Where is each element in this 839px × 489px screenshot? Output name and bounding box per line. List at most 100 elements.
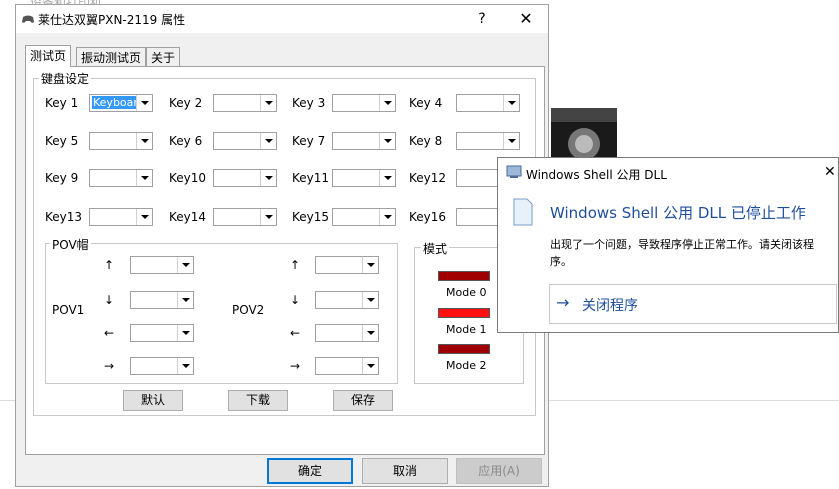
key-label: Key 3	[292, 96, 326, 110]
key-label: Key16	[409, 210, 447, 224]
pov-hat-label: POV帽	[50, 236, 91, 253]
document-icon	[513, 198, 533, 226]
mode-indicator	[438, 271, 490, 281]
key-label: Key 5	[45, 134, 79, 148]
error-heading: Windows Shell 公用 DLL 已停止工作	[550, 204, 806, 222]
key-combo[interactable]	[332, 208, 396, 226]
key-combo[interactable]	[213, 208, 277, 226]
pov2-combo[interactable]	[315, 357, 379, 375]
chevron-down-icon[interactable]	[136, 170, 152, 186]
chevron-down-icon[interactable]	[177, 257, 193, 273]
pov2-combo[interactable]	[315, 324, 379, 342]
mode-text: Mode 1	[446, 323, 487, 336]
chevron-down-icon[interactable]	[260, 133, 276, 149]
key-label: Key 2	[169, 96, 203, 110]
chevron-down-icon[interactable]	[379, 95, 395, 111]
pov-direction-icon: ↑	[104, 258, 115, 272]
chevron-down-icon[interactable]	[136, 95, 152, 111]
mode-label: 模式	[421, 240, 450, 257]
save-button[interactable]: 保存	[333, 390, 393, 411]
pov-direction-icon: ←	[290, 326, 301, 340]
pov-direction-icon: →	[104, 359, 115, 373]
key-label: Key15	[292, 210, 330, 224]
key-label: Key12	[409, 171, 447, 185]
ok-button[interactable]: 确定	[267, 458, 353, 484]
chevron-down-icon[interactable]	[379, 209, 395, 225]
key-combo[interactable]	[89, 208, 153, 226]
key-label: Key13	[45, 210, 83, 224]
tab-vibration-test[interactable]: 振动测试页	[76, 47, 147, 67]
key-combo[interactable]	[89, 132, 153, 150]
keyboard-settings-label: 键盘设定	[39, 70, 92, 87]
pov-direction-icon: ↓	[104, 293, 115, 307]
key-combo[interactable]	[332, 169, 396, 187]
key-combo[interactable]	[213, 94, 277, 112]
mode-indicator	[438, 308, 490, 318]
chevron-down-icon[interactable]	[362, 325, 378, 341]
pov-direction-icon: ↓	[290, 293, 301, 307]
key-label: Key 8	[409, 134, 443, 148]
mode-indicator	[438, 344, 490, 354]
chevron-down-icon[interactable]	[379, 133, 395, 149]
pov1-label: POV1	[52, 303, 85, 317]
chevron-down-icon[interactable]	[260, 170, 276, 186]
window-title: 莱仕达双翼PXN-2119 属性	[38, 13, 186, 27]
error-dialog: Windows Shell 公用 DLL ✕ Windows Shell 公用 …	[497, 157, 839, 333]
chevron-down-icon[interactable]	[260, 95, 276, 111]
default-button[interactable]: 默认	[123, 390, 183, 411]
pov2-combo[interactable]	[315, 291, 379, 309]
pov1-combo[interactable]	[130, 324, 194, 342]
close-button[interactable]: ✕	[514, 8, 538, 30]
pov2-label: POV2	[232, 303, 265, 317]
chevron-down-icon[interactable]	[362, 358, 378, 374]
pov-direction-icon: ↑	[290, 258, 301, 272]
chevron-down-icon[interactable]	[503, 95, 519, 111]
help-button[interactable]: ?	[470, 8, 494, 30]
key-combo[interactable]	[213, 169, 277, 187]
error-dialog-title: Windows Shell 公用 DLL	[526, 168, 667, 182]
key-combo[interactable]: Keyboard	[89, 94, 153, 112]
key-combo[interactable]	[89, 169, 153, 187]
key-label: Key 7	[292, 134, 326, 148]
key-label: Key 6	[169, 134, 203, 148]
mode-text: Mode 2	[446, 359, 487, 372]
key-combo[interactable]	[332, 132, 396, 150]
download-button[interactable]: 下载	[228, 390, 288, 411]
key-combo[interactable]	[213, 132, 277, 150]
cancel-button[interactable]: 取消	[362, 458, 448, 484]
title-bar[interactable]: 莱仕达双翼PXN-2119 属性 ? ✕	[16, 5, 548, 33]
properties-dialog: 莱仕达双翼PXN-2119 属性 ? ✕ 测试页 振动测试页 关于 键盘设定 K…	[15, 4, 549, 487]
chevron-down-icon[interactable]	[136, 209, 152, 225]
chevron-down-icon[interactable]	[362, 257, 378, 273]
key-label: Key 9	[45, 171, 79, 185]
chevron-down-icon[interactable]	[503, 133, 519, 149]
close-program-button[interactable]: → 关闭程序	[549, 284, 837, 324]
chevron-down-icon[interactable]	[177, 358, 193, 374]
chevron-down-icon[interactable]	[177, 292, 193, 308]
key-label: Key 4	[409, 96, 443, 110]
chevron-down-icon[interactable]	[260, 209, 276, 225]
key-label: Key10	[169, 171, 207, 185]
tab-about[interactable]: 关于	[146, 47, 181, 67]
pov1-combo[interactable]	[130, 291, 194, 309]
key-combo[interactable]	[456, 132, 520, 150]
key-combo[interactable]	[332, 94, 396, 112]
pov-direction-icon: ←	[104, 326, 115, 340]
apply-button[interactable]: 应用(A)	[456, 458, 542, 484]
key-label: Key14	[169, 210, 207, 224]
chevron-down-icon[interactable]	[362, 292, 378, 308]
arrow-right-icon: →	[556, 293, 570, 312]
chevron-down-icon[interactable]	[177, 325, 193, 341]
key-label: Key 1	[45, 96, 79, 110]
shell-app-icon	[506, 165, 522, 178]
tab-test-page[interactable]: 测试页	[25, 45, 72, 67]
error-message: 出现了一个问题，导致程序停止正常工作。请关闭该程序。	[550, 238, 814, 268]
pov1-combo[interactable]	[130, 256, 194, 274]
error-close-button[interactable]: ✕	[824, 164, 836, 180]
pov2-combo[interactable]	[315, 256, 379, 274]
pov1-combo[interactable]	[130, 357, 194, 375]
test-page-panel: 键盘设定 Key 1 Keyboard Key 2 Key 3 Key 4 Key 5 Ke…	[25, 66, 545, 455]
key-combo[interactable]	[456, 94, 520, 112]
chevron-down-icon[interactable]	[136, 133, 152, 149]
chevron-down-icon[interactable]	[379, 170, 395, 186]
